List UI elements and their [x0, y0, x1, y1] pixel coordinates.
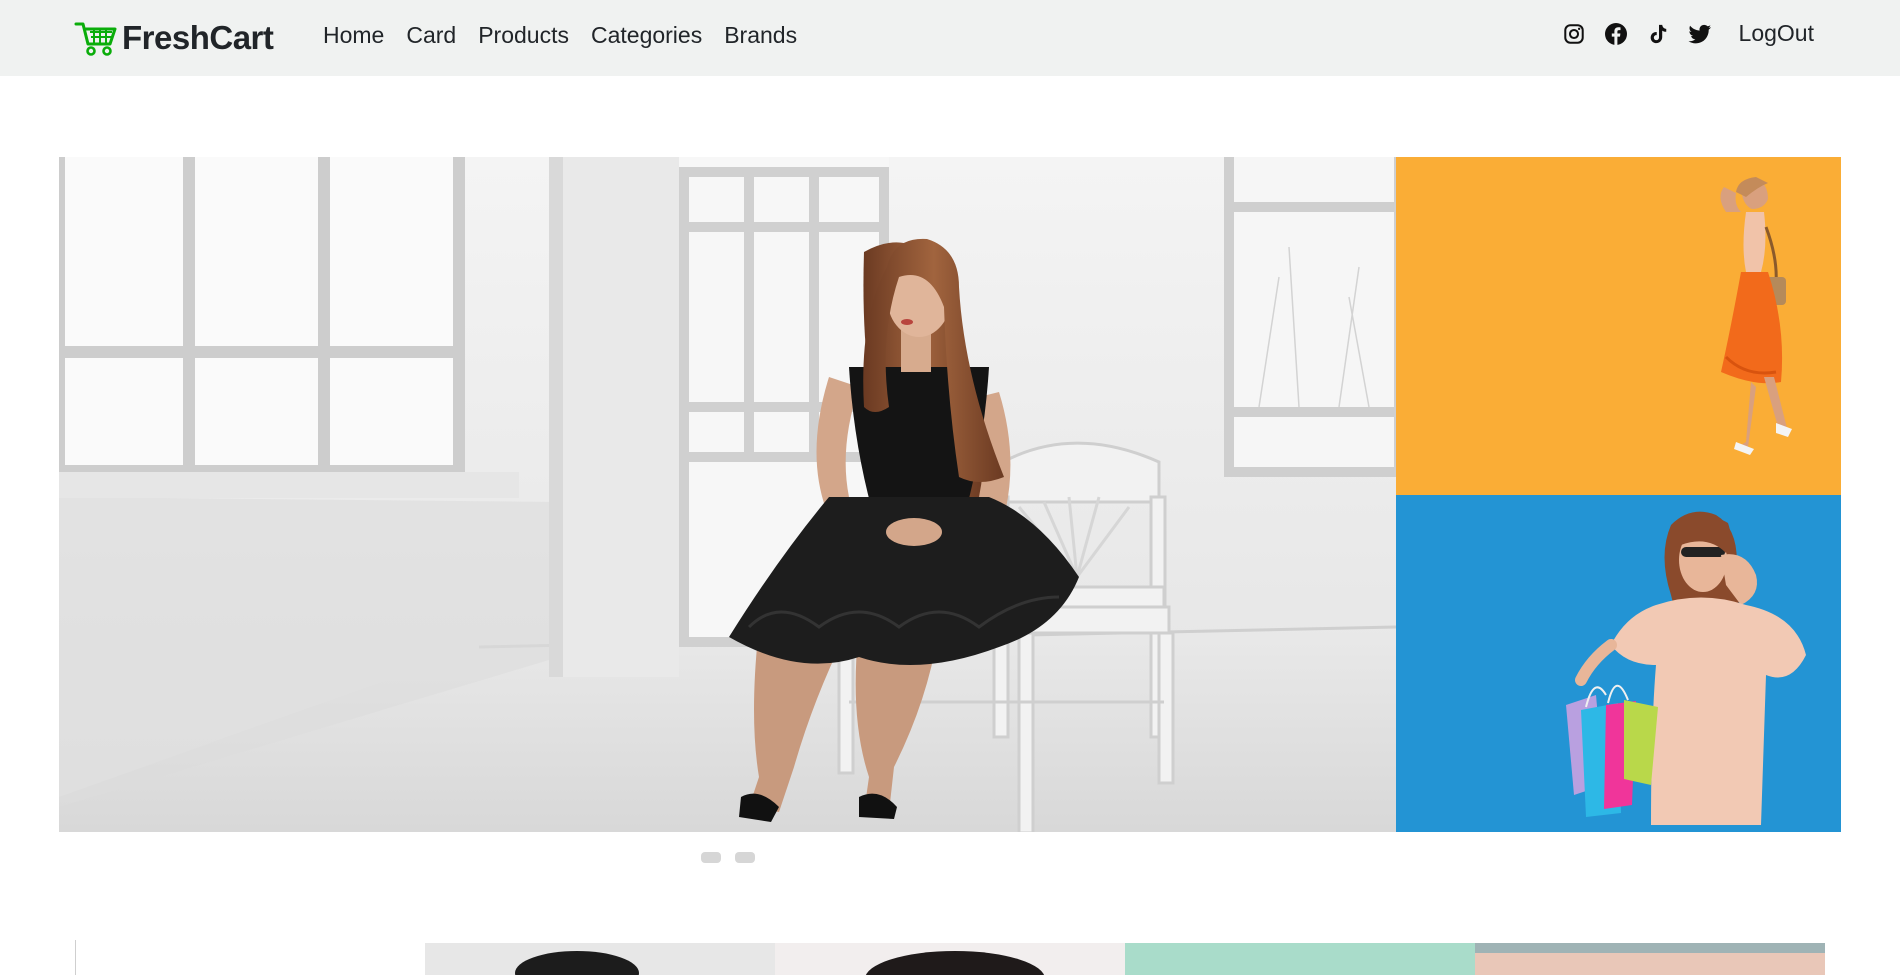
slider-dots: [701, 852, 755, 863]
shopping-cart-icon: [74, 18, 118, 58]
category-slide-4[interactable]: [1475, 943, 1825, 975]
category-slide-2[interactable]: [775, 943, 1125, 975]
brand-logo[interactable]: FreshCart: [74, 18, 274, 58]
tiktok-icon[interactable]: [1645, 21, 1671, 47]
nav-products-link[interactable]: Products: [478, 22, 569, 49]
slider-dot-2[interactable]: [735, 852, 755, 863]
nav-links: Home Card Products Categories Brands: [323, 22, 797, 49]
navbar: FreshCart Home Card Products Categories …: [0, 0, 1900, 76]
side-banner-top[interactable]: [1396, 157, 1841, 495]
side-top-image: [1396, 157, 1841, 495]
nav-brands-link[interactable]: Brands: [724, 22, 797, 49]
nav-card-link[interactable]: Card: [406, 22, 456, 49]
nav-home-link[interactable]: Home: [323, 22, 384, 49]
twitter-icon[interactable]: [1687, 21, 1713, 47]
category-slide-3[interactable]: [1125, 943, 1475, 975]
nav-categories-link[interactable]: Categories: [591, 22, 702, 49]
side-bottom-image: [1396, 495, 1841, 832]
nav-right: LogOut: [1561, 20, 1814, 47]
logout-link[interactable]: LogOut: [1739, 20, 1814, 47]
category-slider: [75, 940, 1825, 975]
facebook-icon[interactable]: [1603, 21, 1629, 47]
slider-dot-1[interactable]: [701, 852, 721, 863]
category-slider-edge: [75, 940, 76, 975]
side-banner-bottom[interactable]: [1396, 495, 1841, 832]
instagram-icon[interactable]: [1561, 21, 1587, 47]
brand-name: FreshCart: [122, 19, 274, 56]
category-slide-1[interactable]: [425, 943, 775, 975]
hero-section: [59, 157, 1841, 832]
hero-slider[interactable]: [59, 157, 1396, 832]
main-slide-image: [59, 157, 1396, 832]
